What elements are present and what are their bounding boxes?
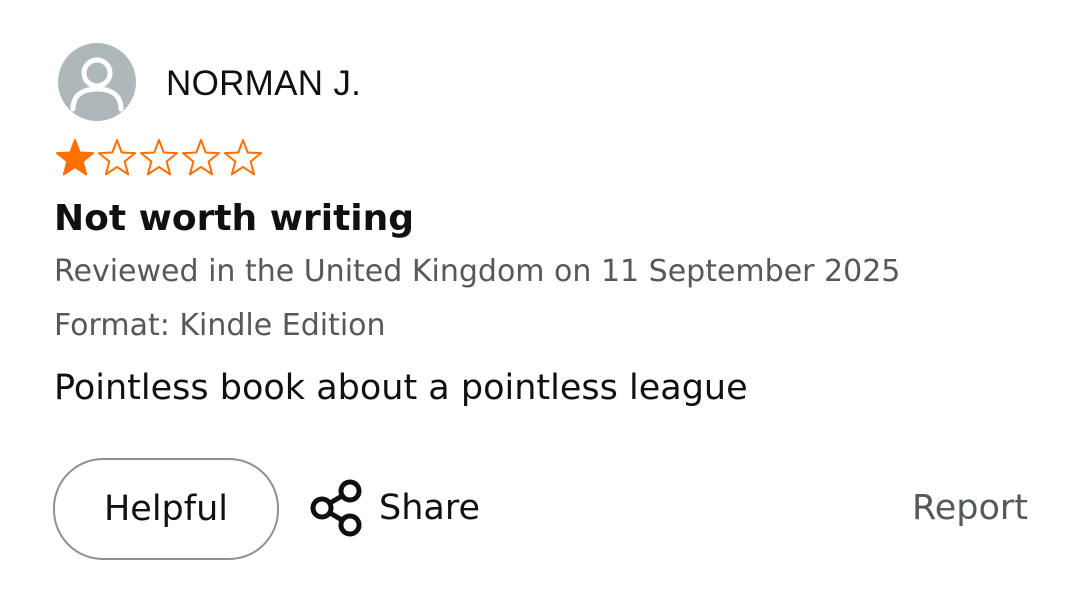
review-title: Not worth writing xyxy=(54,198,415,239)
share-button[interactable]: Share xyxy=(309,478,480,538)
review-card: NORMAN J. Not worth writing Reviewed in … xyxy=(0,0,1080,601)
review-location-date: Reviewed in the United Kingdom on 11 Sep… xyxy=(54,254,901,289)
reviewer-profile[interactable]: NORMAN J. xyxy=(58,43,361,121)
helpful-button[interactable]: Helpful xyxy=(53,458,279,560)
star-empty-icon xyxy=(139,139,179,176)
reviewer-name: NORMAN J. xyxy=(166,63,362,103)
star-empty-icon xyxy=(223,139,263,176)
helpful-label: Helpful xyxy=(103,489,229,529)
share-icon xyxy=(310,479,362,537)
share-label: Share xyxy=(379,488,481,528)
avatar xyxy=(58,43,136,121)
report-link[interactable]: Report xyxy=(912,482,1028,534)
review-actions: Helpful Share Report xyxy=(53,458,1028,560)
star-empty-icon xyxy=(97,139,137,176)
star-empty-icon xyxy=(181,139,221,176)
star-rating xyxy=(54,138,264,178)
review-format: Format: Kindle Edition xyxy=(54,308,386,343)
default-user-icon xyxy=(70,57,124,112)
star-filled-icon xyxy=(55,139,95,176)
review-body: Pointless book about a pointless league xyxy=(54,368,748,408)
